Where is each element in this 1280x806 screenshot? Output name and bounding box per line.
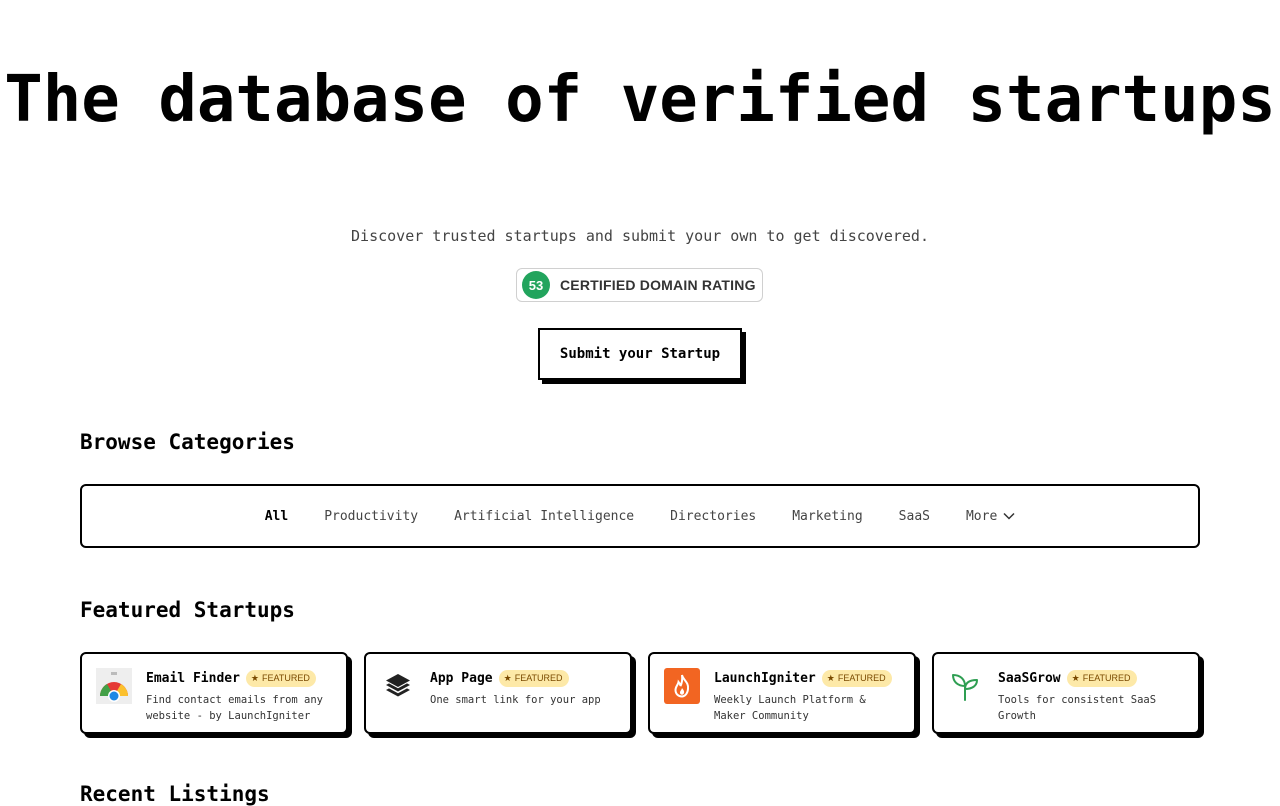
star-icon: ★	[250, 672, 259, 683]
featured-badge: ★ FEATURED	[245, 669, 316, 687]
flame-icon	[664, 668, 700, 704]
browse-categories-heading: Browse Categories	[80, 430, 295, 454]
category-productivity[interactable]: Productivity	[324, 509, 418, 524]
featured-badge: ★ FEATURED	[1066, 669, 1137, 687]
sprout-icon	[948, 668, 984, 704]
featured-card-saasgrow[interactable]: SaaSGrow ★ FEATURED Tools for consistent …	[932, 652, 1200, 734]
category-artificial-intelligence[interactable]: Artificial Intelligence	[454, 509, 634, 524]
category-saas[interactable]: SaaS	[899, 509, 930, 524]
category-all[interactable]: All	[265, 509, 288, 524]
card-name: Email Finder	[146, 670, 240, 686]
featured-badge-label: FEATURED	[837, 673, 886, 683]
featured-startups-list: Email Finder ★ FEATURED Find contact emai…	[80, 652, 1200, 734]
featured-card-email-finder[interactable]: Email Finder ★ FEATURED Find contact emai…	[80, 652, 348, 734]
chevron-down-icon	[1003, 512, 1015, 520]
category-label: All	[264, 508, 289, 524]
category-label: More	[965, 508, 998, 524]
category-bar: All Productivity Artificial Intelligence…	[80, 484, 1200, 548]
category-label: Productivity	[324, 508, 419, 524]
card-description: One smart link for your app	[430, 694, 601, 706]
chrome-extension-icon	[96, 668, 132, 704]
page-title: The database of verified startups	[4, 63, 1276, 137]
card-description: Find contact emails from any website - b…	[146, 694, 324, 722]
featured-startups-heading: Featured Startups	[80, 598, 295, 622]
category-label: SaaS	[898, 508, 930, 524]
card-name: App Page	[430, 670, 493, 686]
recent-listings-heading: Recent Listings	[80, 782, 270, 806]
card-name: SaaSGrow	[998, 670, 1061, 686]
category-label: Marketing	[792, 508, 863, 524]
featured-badge: ★ FEATURED	[498, 669, 569, 687]
card-description: Weekly Launch Platform & Maker Community	[714, 694, 866, 722]
star-icon: ★	[503, 672, 512, 683]
featured-card-app-page[interactable]: App Page ★ FEATURED One smart link for yo…	[364, 652, 632, 734]
submit-startup-button[interactable]: Submit your Startup	[538, 328, 742, 380]
star-icon: ★	[826, 672, 835, 683]
domain-rating-value: 53	[522, 271, 550, 299]
star-icon: ★	[1071, 672, 1080, 683]
page-subtitle: Discover trusted startups and submit you…	[351, 227, 929, 245]
layers-icon	[380, 668, 416, 704]
card-name: LaunchIgniter	[714, 670, 816, 686]
domain-rating-label: CERTIFIED DOMAIN RATING	[560, 277, 756, 293]
category-more-dropdown[interactable]: More	[966, 509, 1015, 524]
domain-rating-badge[interactable]: 53 CERTIFIED DOMAIN RATING	[516, 268, 763, 302]
featured-badge-label: FEATURED	[1082, 673, 1131, 683]
category-directories[interactable]: Directories	[670, 509, 756, 524]
featured-badge: ★ FEATURED	[821, 669, 892, 687]
category-label: Directories	[670, 508, 757, 524]
card-description: Tools for consistent SaaS Growth	[998, 694, 1157, 722]
featured-badge-label: FEATURED	[514, 673, 563, 683]
featured-card-launchigniter[interactable]: LaunchIgniter ★ FEATURED Weekly Launch Pl…	[648, 652, 916, 734]
category-marketing[interactable]: Marketing	[792, 509, 862, 524]
featured-badge-label: FEATURED	[262, 673, 310, 683]
category-label: Artificial Intelligence	[454, 508, 635, 524]
